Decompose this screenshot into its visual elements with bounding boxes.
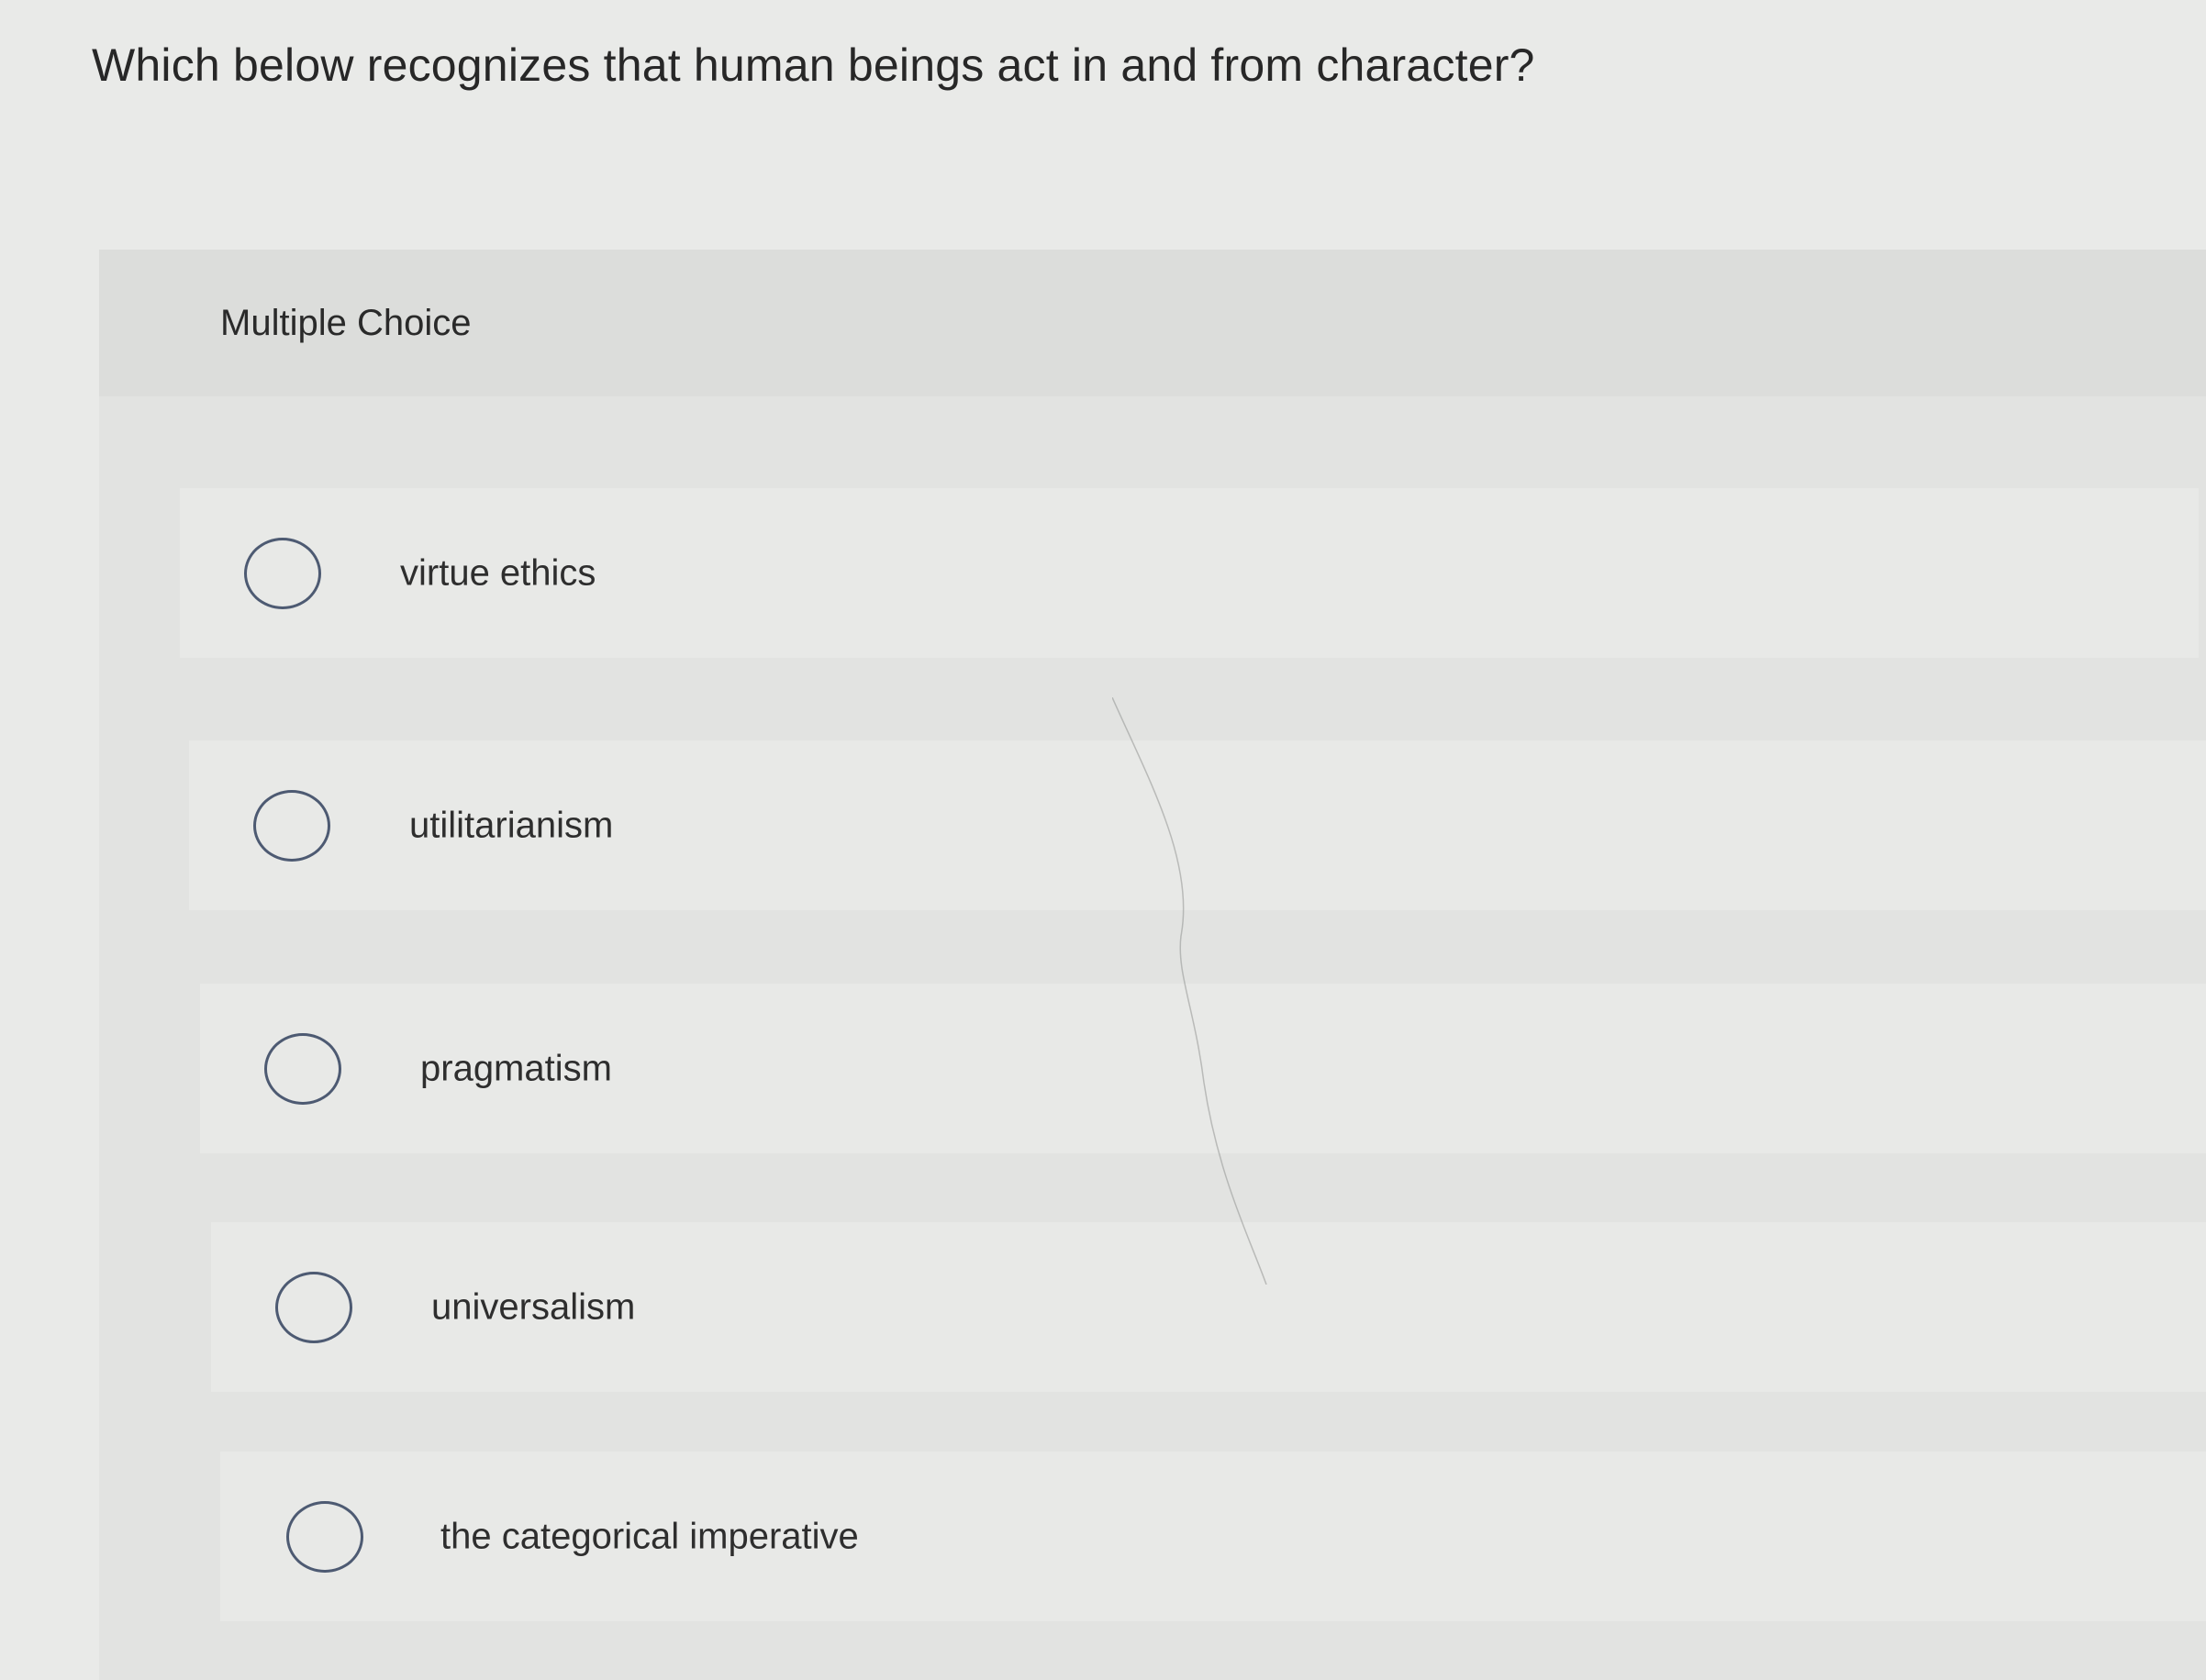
option-virtue-ethics[interactable]: virtue ethics <box>180 488 2199 658</box>
radio-button[interactable] <box>264 1032 341 1105</box>
radio-button[interactable] <box>244 537 321 609</box>
radio-button[interactable] <box>275 1271 352 1343</box>
option-label: the categorical imperative <box>440 1516 859 1556</box>
option-label: utilitarianism <box>409 805 614 845</box>
option-categorical-imperative[interactable]: the categorical imperative <box>220 1452 2206 1621</box>
option-universalism[interactable]: universalism <box>211 1222 2206 1392</box>
option-pragmatism[interactable]: pragmatism <box>200 984 2206 1153</box>
question-type-label: Multiple Choice <box>220 303 472 343</box>
option-label: pragmatism <box>420 1048 612 1088</box>
option-label: virtue ethics <box>400 552 596 593</box>
multiple-choice-panel: Multiple Choice virtue ethics utilitaria… <box>99 250 2206 1680</box>
panel-header: Multiple Choice <box>99 250 2206 396</box>
radio-button[interactable] <box>253 789 330 862</box>
radio-button[interactable] <box>286 1500 363 1573</box>
question-text: Which below recognizes that human beings… <box>92 39 1535 91</box>
option-label: universalism <box>431 1286 636 1327</box>
option-utilitarianism[interactable]: utilitarianism <box>189 740 2206 910</box>
